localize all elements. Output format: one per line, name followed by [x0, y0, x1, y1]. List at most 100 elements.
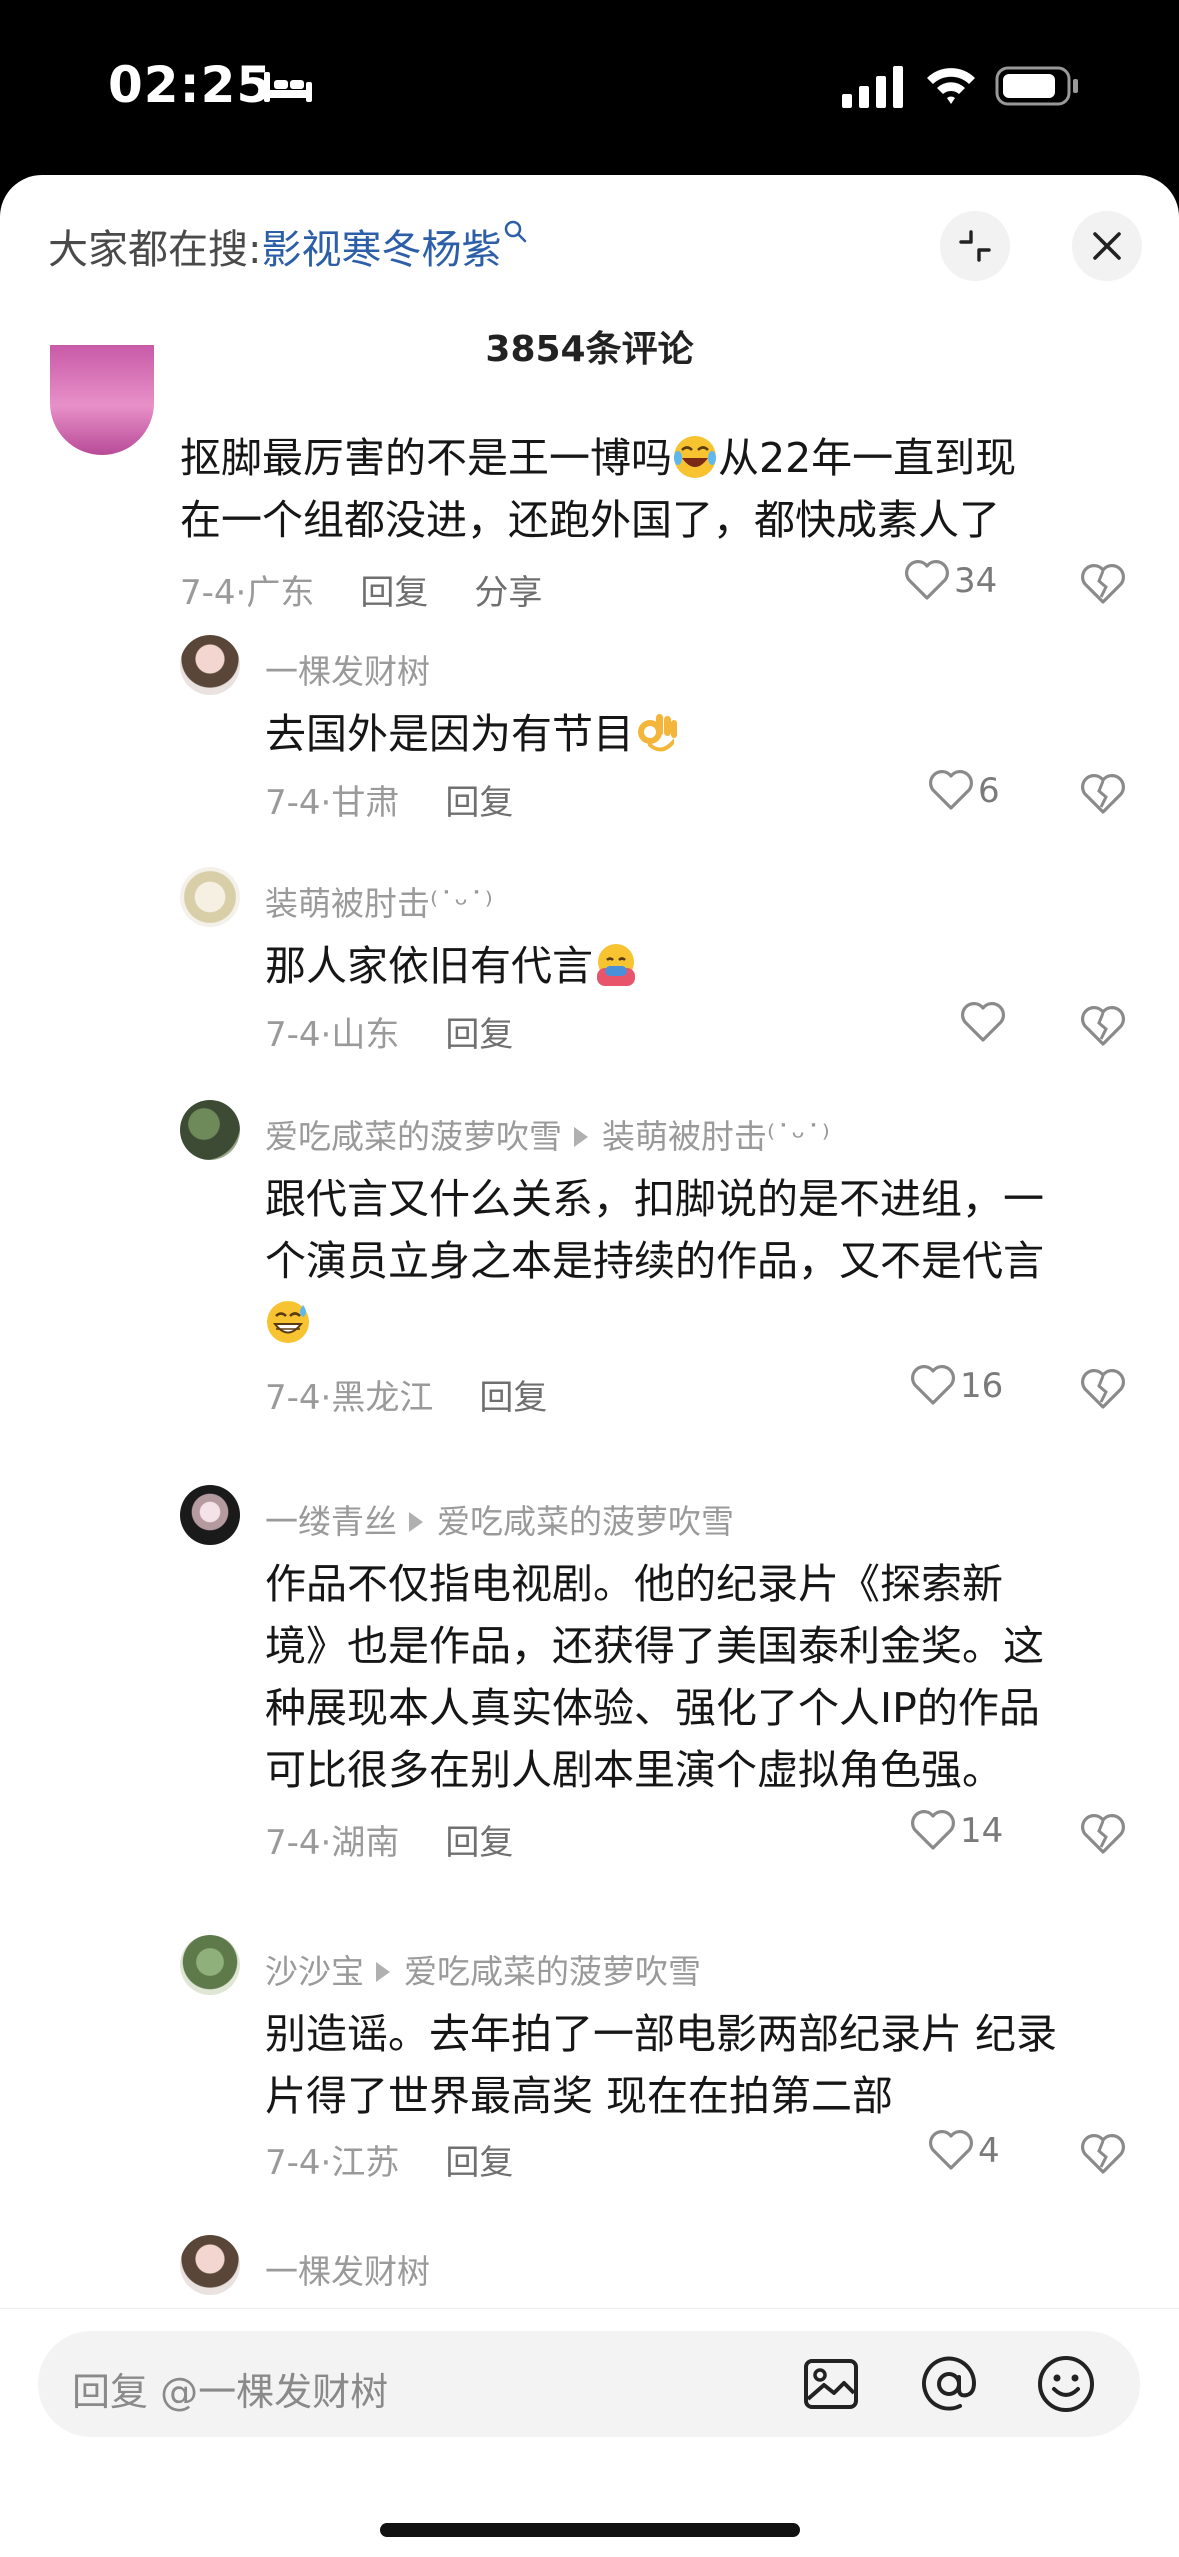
- reply-arrow-icon: [574, 1126, 588, 1147]
- comment-date-location: 7-4·江苏: [265, 2143, 400, 2183]
- heart-icon: [929, 769, 973, 810]
- comment-item: 抠脚最厉害的不是王一博吗 从22年一直到现 在一个组都没进，还跑外国了，都快成素人…: [0, 345, 1179, 625]
- heart-icon: [929, 2129, 973, 2170]
- avatar[interactable]: [180, 635, 240, 695]
- broken-heart-icon[interactable]: [1080, 1813, 1126, 1855]
- comment-meta: 7-4·江苏 回复: [265, 2135, 513, 2184]
- avatar[interactable]: [50, 345, 154, 455]
- avatar[interactable]: [180, 867, 240, 927]
- comment-author[interactable]: 一棵发财树: [265, 645, 430, 693]
- cellular-signal-icon: [842, 66, 903, 108]
- wifi-icon: [927, 68, 975, 104]
- heart-icon: [911, 1809, 955, 1850]
- reply-item: 沙沙宝 爱吃咸菜的菠萝吹雪 别造谣。去年拍了一部电影两部纪录片 纪录 片得了世界最…: [0, 1935, 1179, 2215]
- author-name[interactable]: 一缕青丝: [265, 1502, 397, 1541]
- like-button[interactable]: 14: [910, 1809, 1004, 1854]
- reply-to-name[interactable]: 爱吃咸菜的菠萝吹雪: [437, 1502, 734, 1541]
- author-name[interactable]: 爱吃咸菜的菠萝吹雪: [265, 1117, 562, 1156]
- reply-button[interactable]: 回复: [445, 1015, 513, 1055]
- reply-item: 一棵发财树 去国外是因为有节目 7-4·甘肃 回复 6: [0, 635, 1179, 845]
- reply-to-name[interactable]: 装萌被肘击⁽˙ᵕ˙⁾: [602, 1117, 830, 1156]
- comment-date-location: 7-4·广东: [180, 573, 315, 613]
- like-button[interactable]: 34: [904, 559, 998, 604]
- reply-button[interactable]: 回复: [445, 2143, 513, 2183]
- smiley-icon[interactable]: [1033, 2351, 1099, 2417]
- broken-heart-icon[interactable]: [1080, 1368, 1126, 1410]
- reply-composer-bar: 回复 @一棵发财树: [0, 2308, 1179, 2557]
- home-indicator[interactable]: [380, 2523, 800, 2537]
- avatar[interactable]: [180, 1100, 240, 1160]
- comment-meta: 7-4·黑龙江 回复: [265, 1370, 547, 1419]
- comment-count: 3854条评论: [485, 329, 694, 370]
- search-hint-prefix: 大家都在搜:: [48, 227, 262, 273]
- bed-icon: [264, 72, 312, 102]
- comment-author[interactable]: 一棵发财树: [265, 2245, 430, 2293]
- laughing-tears-emoji-icon: [674, 436, 716, 478]
- search-hint-term[interactable]: 影视寒冬杨紫: [261, 227, 501, 273]
- avatar[interactable]: [180, 1935, 240, 1995]
- comment-body: 去国外是因为有节目: [265, 703, 680, 765]
- comment-date-location: 7-4·甘肃: [265, 783, 400, 823]
- avatar[interactable]: [180, 1485, 240, 1545]
- like-count: 14: [960, 1811, 1004, 1851]
- reply-input-placeholder: 回复 @一棵发财树: [72, 2370, 389, 2414]
- at-icon[interactable]: [916, 2351, 982, 2417]
- comment-author: 一缕青丝 爱吃咸菜的菠萝吹雪: [265, 1495, 734, 1543]
- share-button[interactable]: 分享: [474, 573, 542, 613]
- comment-body: 别造谣。去年拍了一部电影两部纪录片 纪录 片得了世界最高奖 现在在拍第二部: [265, 2010, 1058, 2120]
- broken-heart-icon[interactable]: [1080, 563, 1126, 605]
- comment-author[interactable]: 装萌被肘击⁽˙ᵕ˙⁾: [265, 877, 493, 925]
- image-icon[interactable]: [798, 2351, 864, 2417]
- comments-sheet: 大家都在搜:影视寒冬杨紫 3854条评论 抠脚最厉害的不是王一博吗 从22年一直到…: [0, 175, 1179, 2556]
- comment-body: 抠脚最厉害的不是王一博吗 从22年一直到现 在一个组都没进，还跑外国了，都快成素人…: [180, 434, 1017, 544]
- trending-search-hint[interactable]: 大家都在搜:影视寒冬杨紫: [48, 217, 529, 275]
- like-count: 34: [954, 561, 998, 601]
- like-button[interactable]: 16: [910, 1364, 1004, 1409]
- comment-date-location: 7-4·湖南: [265, 1823, 400, 1863]
- like-button[interactable]: 6: [928, 769, 1000, 814]
- like-count: 6: [978, 771, 1000, 811]
- collapse-icon: [959, 230, 991, 262]
- reply-input[interactable]: 回复 @一棵发财树: [38, 2331, 1140, 2437]
- broken-heart-icon[interactable]: [1080, 2133, 1126, 2175]
- like-count: 4: [978, 2131, 1000, 2171]
- battery-icon: [995, 66, 1078, 106]
- like-button[interactable]: 4: [928, 2129, 1000, 2174]
- heart-icon: [905, 559, 949, 600]
- comment-date-location: 7-4·黑龙江: [265, 1378, 434, 1418]
- reply-button[interactable]: 回复: [479, 1378, 547, 1418]
- reply-item: 一缕青丝 爱吃咸菜的菠萝吹雪 作品不仅指电视剧。他的纪录片《探索新 境》也是作品，…: [0, 1485, 1179, 1885]
- collapse-button[interactable]: [940, 211, 1010, 281]
- status-time: 02:25: [108, 56, 273, 114]
- comment-author: 爱吃咸菜的菠萝吹雪 装萌被肘击⁽˙ᵕ˙⁾: [265, 1110, 830, 1158]
- close-icon: [1093, 232, 1121, 260]
- heart-icon: [961, 1001, 1005, 1042]
- grinning-sweat-emoji-icon: [267, 1301, 309, 1343]
- broken-heart-icon[interactable]: [1080, 1005, 1126, 1047]
- comment-date-location: 7-4·山东: [265, 1015, 400, 1055]
- broken-heart-icon[interactable]: [1080, 773, 1126, 815]
- comment-author: 沙沙宝 爱吃咸菜的菠萝吹雪: [265, 1945, 701, 1993]
- close-button[interactable]: [1072, 211, 1142, 281]
- comment-meta: 7-4·甘肃 回复: [265, 775, 513, 824]
- hugging-face-emoji-icon: [597, 944, 635, 986]
- search-icon: [505, 220, 527, 243]
- like-count: 16: [960, 1366, 1004, 1406]
- like-button[interactable]: [960, 1001, 1010, 1046]
- reply-to-name[interactable]: 爱吃咸菜的菠萝吹雪: [404, 1952, 701, 1991]
- comment-body: 作品不仅指电视剧。他的纪录片《探索新 境》也是作品，还获得了美国泰利金奖。这 种…: [265, 1560, 1044, 1794]
- comment-meta: 7-4·山东 回复: [265, 1007, 513, 1056]
- reply-button[interactable]: 回复: [445, 1823, 513, 1863]
- comment-body: 跟代言又什么关系，扣脚说的是不进组，一 个演员立身之本是持续的作品，又不是代言: [265, 1168, 1044, 1354]
- reply-item: 爱吃咸菜的菠萝吹雪 装萌被肘击⁽˙ᵕ˙⁾ 跟代言又什么关系，扣脚说的是不进组，一 …: [0, 1100, 1179, 1440]
- comment-meta: 7-4·广东 回复 分享: [180, 565, 542, 614]
- comment-meta: 7-4·湖南 回复: [265, 1815, 513, 1864]
- reply-arrow-icon: [409, 1511, 423, 1532]
- status-bar: 02:25: [0, 0, 1179, 175]
- reply-button[interactable]: 回复: [445, 783, 513, 823]
- avatar[interactable]: [180, 2235, 240, 2295]
- author-name[interactable]: 沙沙宝: [265, 1952, 364, 1991]
- reply-button[interactable]: 回复: [360, 573, 428, 613]
- ok-hand-emoji-icon: [638, 714, 677, 752]
- reply-item: 装萌被肘击⁽˙ᵕ˙⁾ 那人家依旧有代言 7-4·山东 回复: [0, 867, 1179, 1077]
